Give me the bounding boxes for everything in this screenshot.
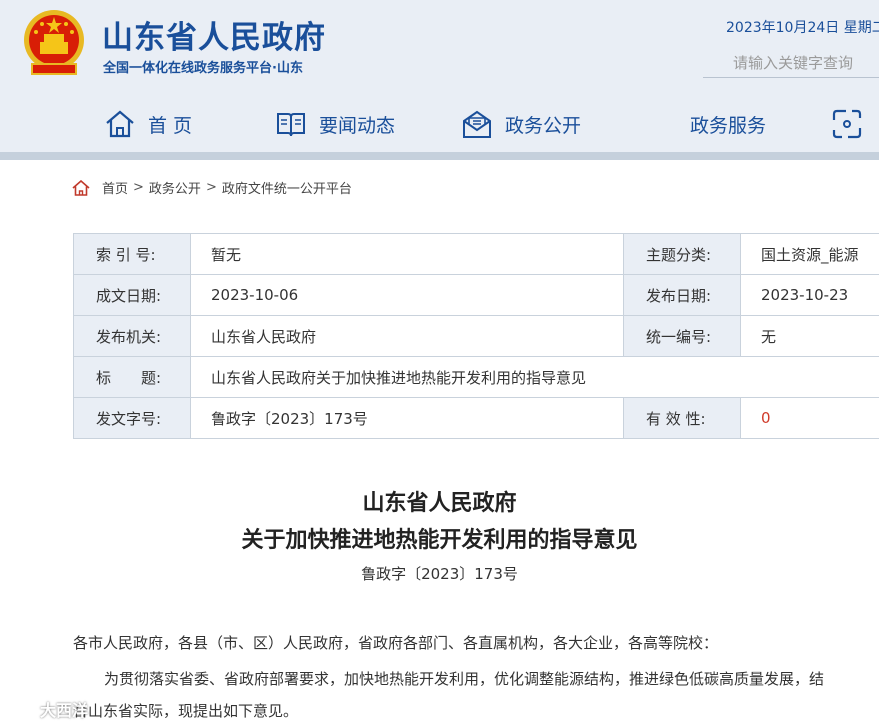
document-paragraph: 为贯彻落实省委、省政府部署要求，加快地热能开发利用，优化调整能源结构，推进绿色低…: [73, 670, 825, 720]
exchange-icon: [832, 109, 862, 139]
table-row: 索 引 号: 暂无 主题分类: 国土资源_能源: [73, 233, 879, 275]
search-box: [703, 48, 879, 78]
national-emblem-icon[interactable]: [22, 8, 86, 78]
issuer-value: 山东省人民政府: [190, 315, 624, 357]
site-header: 山东省人民政府 全国一体化在线政务服务平台·山东 2023年10月24日 星期二…: [0, 0, 879, 152]
mail-open-icon: [463, 110, 491, 138]
unified-code-value: 无: [740, 315, 879, 357]
breadcrumb-item-gov-affairs[interactable]: 政务公开: [149, 178, 201, 197]
topic-label: 主题分类:: [623, 233, 741, 275]
document-addressee: 各市人民政府，各县（市、区）人民政府，省政府各部门、各直属机构，各大企业，各高等…: [73, 634, 719, 652]
topic-value: 国土资源_能源: [740, 233, 879, 275]
nav-item-home[interactable]: 首 页: [104, 104, 192, 144]
breadcrumb-item-home[interactable]: 首页: [102, 178, 128, 197]
site-title[interactable]: 山东省人民政府: [102, 12, 326, 57]
watermark-text: 大西洋: [40, 701, 89, 720]
search-input[interactable]: [733, 50, 879, 76]
nav-item-gov-service[interactable]: 政务服务: [690, 104, 766, 144]
index-label: 索 引 号:: [73, 233, 191, 275]
doc-number-value: 鲁政字〔2023〕173号: [190, 397, 624, 439]
watermark: 大西洋: [8, 697, 88, 721]
created-date-value: 2023-10-06: [190, 274, 624, 316]
breadcrumb-item-doc-platform[interactable]: 政府文件统一公开平台: [222, 178, 352, 197]
breadcrumb: 首页 > 政务公开 > 政府文件统一公开平台: [72, 178, 352, 197]
home-icon: [106, 110, 134, 138]
nav-divider: [0, 152, 879, 160]
breadcrumb-separator: >: [133, 180, 144, 195]
unified-code-label: 统一编号:: [623, 315, 741, 357]
document-title-line-1: 山东省人民政府: [362, 491, 517, 516]
validity-label: 有 效 性:: [623, 397, 741, 439]
validity-value: 0: [740, 397, 879, 439]
title-label: 标 题:: [73, 356, 191, 398]
nav-label-gov-service: 政务服务: [690, 114, 767, 137]
published-date-value: 2023-10-23: [740, 274, 879, 316]
index-value: 暂无: [190, 233, 624, 275]
doc-number-label: 发文字号:: [73, 397, 191, 439]
table-row: 发文字号: 鲁政字〔2023〕173号 有 效 性: 0: [73, 397, 879, 439]
created-date-label: 成文日期:: [73, 274, 191, 316]
nav-label-news: 要闻动态: [319, 114, 396, 137]
nav-label-gov-affairs: 政务公开: [505, 114, 582, 137]
nav-item-interaction[interactable]: [830, 104, 876, 144]
nav-item-gov-affairs[interactable]: 政务公开: [461, 104, 581, 144]
watermark-logo-icon: [9, 700, 28, 718]
site-subtitle: 全国一体化在线政务服务平台·山东: [103, 61, 303, 76]
nav-label-home: 首 页: [148, 114, 193, 137]
breadcrumb-separator: >: [205, 180, 217, 195]
table-row: 发布机关: 山东省人民政府 统一编号: 无: [73, 315, 879, 357]
document-number: 鲁政字〔2023〕173号: [361, 565, 518, 583]
main-nav: 首 页 要闻动态 政务公开 政务服务: [0, 96, 879, 152]
nav-item-news[interactable]: 要闻动态: [275, 104, 395, 144]
current-date: 2023年10月24日 星期二: [726, 20, 879, 36]
table-row: 成文日期: 2023-10-06 发布日期: 2023-10-23: [73, 274, 879, 316]
title-value: 山东省人民政府关于加快推进地热能开发利用的指导意见: [190, 356, 879, 398]
table-row: 标 题: 山东省人民政府关于加快推进地热能开发利用的指导意见: [73, 356, 879, 398]
published-date-label: 发布日期:: [623, 274, 741, 316]
book-icon: [277, 113, 305, 137]
home-icon[interactable]: [72, 179, 90, 196]
document-metadata-table: 索 引 号: 暂无 主题分类: 国土资源_能源 成文日期: 2023-10-06…: [73, 233, 879, 439]
document-title-line-2: 关于加快推进地热能开发利用的指导意见: [241, 528, 638, 553]
issuer-label: 发布机关:: [73, 315, 191, 357]
